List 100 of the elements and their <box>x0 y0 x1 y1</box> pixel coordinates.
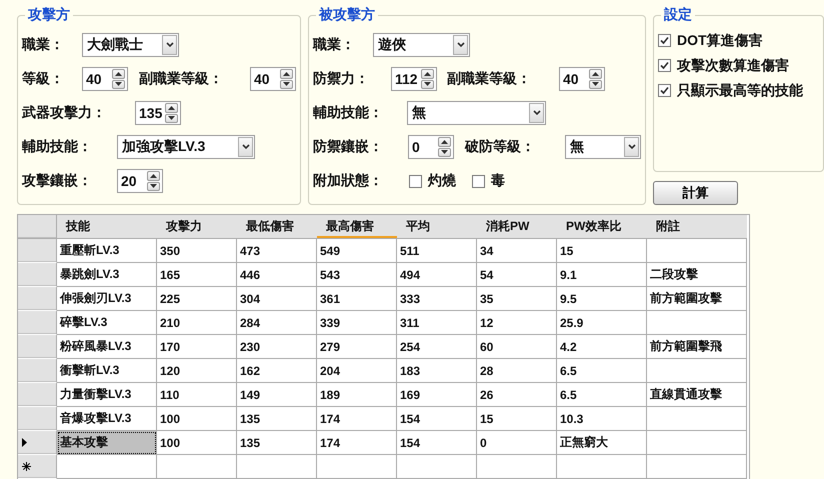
caret-icon <box>238 137 253 157</box>
table-cell: 54 <box>477 263 557 287</box>
group-title: 攻擊方 <box>26 6 71 24</box>
row-header[interactable] <box>18 455 57 479</box>
table-cell: 339 <box>317 311 397 335</box>
checkbox[interactable] <box>658 84 671 97</box>
checkbox[interactable] <box>409 174 422 188</box>
table-cell: 9.1 <box>557 263 647 287</box>
number-field[interactable]: 20 <box>117 169 163 193</box>
current-row-icon <box>22 438 27 447</box>
column-header[interactable]: 最高傷害 <box>317 215 397 239</box>
column-header[interactable]: 平均 <box>397 215 477 239</box>
field-label: 職業： <box>313 36 356 54</box>
dropdown[interactable]: 加強攻擊LV.3 <box>117 135 255 159</box>
checkbox-label: 灼燒 <box>428 172 456 190</box>
field-label: 破防等級： <box>465 138 536 156</box>
checkbox[interactable] <box>472 174 485 188</box>
number-field[interactable]: 40 <box>250 67 296 91</box>
table-cell: 直線貫通攻擊 <box>647 383 747 407</box>
checkbox-label: DOT算進傷害 <box>677 32 763 50</box>
number-field[interactable]: 40 <box>82 67 128 91</box>
spinner-arrows-icon <box>112 69 125 89</box>
dropdown[interactable]: 無 <box>565 135 641 159</box>
table-cell: 110 <box>157 383 237 407</box>
table-cell: 174 <box>317 407 397 431</box>
table-cell: 543 <box>317 263 397 287</box>
table-cell: 204 <box>317 359 397 383</box>
table-cell: 549 <box>317 239 397 263</box>
number-field[interactable]: 40 <box>559 67 605 91</box>
table-cell: 4.2 <box>557 335 647 359</box>
group-title: 被攻擊方 <box>318 6 376 24</box>
checkbox[interactable] <box>658 59 671 72</box>
field-label: 輔助技能： <box>22 138 93 156</box>
table-cell: 279 <box>317 335 397 359</box>
field-label: 等級： <box>22 70 65 88</box>
table-cell: 350 <box>157 239 237 263</box>
table-cell: 135 <box>237 407 317 431</box>
spinner-arrows-icon <box>421 69 434 89</box>
new-row-icon <box>22 462 31 471</box>
row-header[interactable] <box>18 431 57 455</box>
caret-icon <box>453 35 468 55</box>
table-cell: 120 <box>157 359 237 383</box>
number-field[interactable]: 135 <box>135 101 181 125</box>
table-cell: 9.5 <box>557 287 647 311</box>
table-cell: 210 <box>157 311 237 335</box>
table-cell: 暴跳劍LV.3 <box>57 263 157 287</box>
dropdown[interactable]: 遊俠 <box>373 33 470 57</box>
table-cell: 15 <box>477 407 557 431</box>
field-label: 攻擊鑲嵌： <box>22 172 93 190</box>
table-cell: 重壓斬LV.3 <box>57 239 157 263</box>
table-cell: 135 <box>237 431 317 455</box>
column-header[interactable]: 攻擊力 <box>157 215 237 239</box>
table-cell: 基本攻擊 <box>57 431 157 455</box>
table-cell: 304 <box>237 287 317 311</box>
column-header[interactable]: 附註 <box>647 215 747 239</box>
table-cell: 183 <box>397 359 477 383</box>
table-cell: 162 <box>237 359 317 383</box>
column-header[interactable]: PW效率比 <box>557 215 647 239</box>
table-cell: 6.5 <box>557 359 647 383</box>
calculate-button[interactable]: 計算 <box>653 181 738 205</box>
table-cell: 0 <box>477 431 557 455</box>
caret-icon <box>529 103 544 123</box>
table-cell: 35 <box>477 287 557 311</box>
field-label: 武器攻擊力： <box>22 104 107 122</box>
dropdown[interactable]: 無 <box>407 101 546 125</box>
table-cell: 230 <box>237 335 317 359</box>
spinner-arrows-icon <box>165 103 178 123</box>
table-cell: 15 <box>557 239 647 263</box>
table-cell: 154 <box>397 431 477 455</box>
dropdown[interactable]: 大劍戰士 <box>82 33 179 57</box>
table-cell: 60 <box>477 335 557 359</box>
checkbox-label: 只顯示最高等的技能 <box>677 82 803 100</box>
table-cell: 311 <box>397 311 477 335</box>
table-cell: 333 <box>397 287 477 311</box>
table-cell: 26 <box>477 383 557 407</box>
table-cell: 100 <box>157 407 237 431</box>
number-field[interactable]: 0 <box>408 135 454 159</box>
field-label: 副職業等級： <box>447 70 532 88</box>
table-cell: 25.9 <box>557 311 647 335</box>
field-label: 副職業等級： <box>139 70 224 88</box>
column-header[interactable]: 技能 <box>57 215 157 239</box>
table-cell: 34 <box>477 239 557 263</box>
table-cell: 力量衝擊LV.3 <box>57 383 157 407</box>
checkbox[interactable] <box>658 34 671 47</box>
caret-icon <box>624 137 639 157</box>
field-label: 輔助技能： <box>313 104 384 122</box>
field-label: 附加狀態： <box>313 172 384 190</box>
table-cell: 511 <box>397 239 477 263</box>
field-label: 防禦鑲嵌： <box>313 138 384 156</box>
spinner-arrows-icon <box>589 69 602 89</box>
table-cell: 28 <box>477 359 557 383</box>
table-cell: 494 <box>397 263 477 287</box>
number-field[interactable]: 112 <box>391 67 437 91</box>
table-cell: 473 <box>237 239 317 263</box>
table-cell: 正無窮大 <box>557 431 647 455</box>
table-cell: 碎擊LV.3 <box>57 311 157 335</box>
column-header[interactable]: 消耗PW <box>477 215 557 239</box>
checkbox-label: 攻擊次數算進傷害 <box>677 56 789 74</box>
table-cell: 粉碎風暴LV.3 <box>57 335 157 359</box>
column-header[interactable]: 最低傷害 <box>237 215 317 239</box>
